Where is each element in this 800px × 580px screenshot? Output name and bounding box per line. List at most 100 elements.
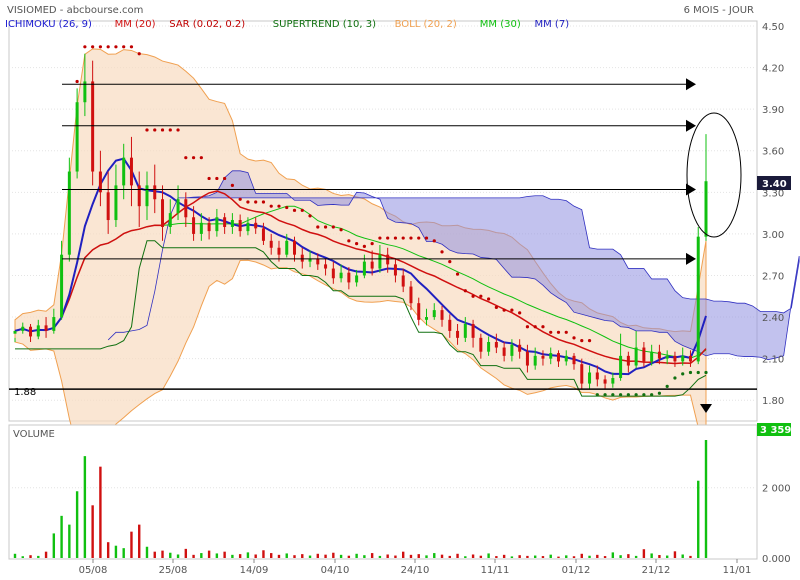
sar-dot xyxy=(587,339,592,343)
sar-dot xyxy=(650,393,654,397)
candle-body xyxy=(440,310,444,320)
candle-body xyxy=(525,351,529,366)
sar-dot xyxy=(525,325,530,329)
volume-bar xyxy=(704,440,708,558)
candle-body xyxy=(448,319,452,331)
sar-dot xyxy=(626,393,630,397)
candle-body xyxy=(339,272,343,279)
candle-body xyxy=(665,355,669,359)
volume-bar xyxy=(378,555,382,558)
candle-body xyxy=(432,310,436,318)
candle-body xyxy=(386,254,390,265)
volume-bar xyxy=(60,515,63,558)
volume-bar xyxy=(122,548,125,558)
volume-bar xyxy=(386,554,389,558)
candle-body xyxy=(378,254,382,269)
sar-dot xyxy=(114,45,118,49)
sar-dot xyxy=(347,239,351,243)
sar-dot xyxy=(409,236,413,240)
candle-body xyxy=(634,347,638,366)
volume-bar xyxy=(52,533,56,558)
candle-body xyxy=(564,355,568,362)
sar-dot xyxy=(106,45,110,49)
sar-dot xyxy=(223,176,227,181)
sar-dot xyxy=(440,250,444,254)
candle-body xyxy=(161,199,165,227)
volume-label: VOLUME xyxy=(13,429,55,440)
volume-tick-label: 2 000 xyxy=(762,484,791,495)
y-tick-label: 2.10 xyxy=(762,355,784,366)
candle-body xyxy=(67,171,71,255)
volume-bar xyxy=(456,553,459,558)
sar-dot xyxy=(386,236,390,240)
volume-tick-label: 0.000 xyxy=(762,554,791,565)
candle-body xyxy=(13,330,17,334)
sar-dot xyxy=(362,244,366,248)
sar-dot xyxy=(704,370,708,375)
candle-body xyxy=(324,264,328,269)
volume-bar xyxy=(541,556,545,558)
sar-dot xyxy=(230,183,234,187)
candle-body xyxy=(619,355,623,379)
candle-body xyxy=(300,254,304,262)
sar-dot xyxy=(549,330,553,334)
candle-body xyxy=(192,217,196,234)
sar-dot xyxy=(487,297,491,301)
sar-dot xyxy=(471,294,475,298)
volume-bar xyxy=(697,480,700,558)
sar-dot xyxy=(91,45,95,49)
sar-dot xyxy=(681,372,685,376)
volume-bar xyxy=(533,555,537,558)
candle-body xyxy=(479,337,483,352)
candle-body xyxy=(417,303,421,320)
sar-dot xyxy=(510,308,514,312)
sar-dot xyxy=(424,236,429,240)
volume-bar xyxy=(339,554,343,558)
candle-body xyxy=(603,379,607,384)
sar-dot xyxy=(83,45,87,49)
legend-item: MM (30) xyxy=(480,19,521,30)
volume-bar xyxy=(433,553,436,558)
volume-bar xyxy=(13,553,17,558)
volume-bar xyxy=(29,555,32,558)
volume-bar xyxy=(572,556,576,558)
volume-bar xyxy=(130,531,133,558)
y-tick-label: 3.00 xyxy=(762,230,784,241)
volume-bar xyxy=(231,554,234,558)
volume-bar xyxy=(596,554,599,558)
sar-dot xyxy=(417,236,421,240)
volume-bar xyxy=(184,548,188,558)
sar-dot xyxy=(145,128,149,132)
volume-bar xyxy=(37,555,40,558)
sar-dot xyxy=(355,241,359,246)
candle-body xyxy=(246,222,250,232)
x-tick-label: 01/12 xyxy=(562,565,591,576)
legend-item: ICHIMOKU (26, 9) xyxy=(5,19,92,30)
candle-body xyxy=(502,347,506,356)
candle-body xyxy=(347,272,351,283)
sar-dot xyxy=(316,225,320,229)
volume-bar xyxy=(611,552,615,558)
sar-dot xyxy=(168,128,172,132)
candle-body xyxy=(626,355,630,366)
candle-body xyxy=(541,355,545,359)
candle-body xyxy=(277,247,281,255)
volume-bar xyxy=(448,555,451,558)
x-tick-label: 24/10 xyxy=(401,565,430,576)
volume-bar xyxy=(479,555,483,558)
sar-dot xyxy=(455,272,460,276)
candle-body xyxy=(316,258,320,265)
volume-bar xyxy=(487,553,490,558)
candle-body xyxy=(401,275,405,287)
candle-body xyxy=(44,325,48,331)
candle-body xyxy=(409,286,413,304)
candle-body xyxy=(145,185,149,207)
volume-bar xyxy=(495,556,498,558)
candle-body xyxy=(355,275,359,283)
volume-bar xyxy=(363,555,366,558)
candle-body xyxy=(681,355,685,362)
sar-dot xyxy=(603,393,607,397)
sar-dot xyxy=(378,236,382,240)
candle-body xyxy=(393,264,397,276)
candle-body xyxy=(595,372,599,380)
